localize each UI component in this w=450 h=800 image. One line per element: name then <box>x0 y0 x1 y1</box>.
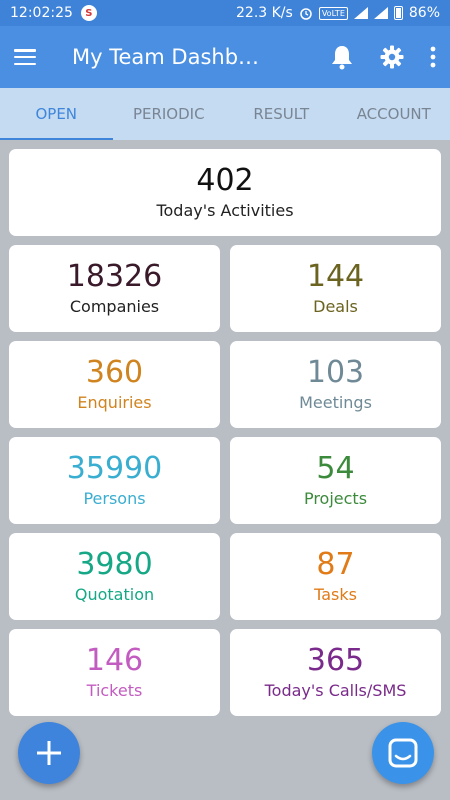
tab-account[interactable]: ACCOUNT <box>338 88 450 140</box>
tile-label: Persons <box>83 489 146 508</box>
signal-icon <box>353 7 368 19</box>
tile-label: Projects <box>303 489 368 508</box>
tile-value: 18326 <box>66 259 163 294</box>
network-speed: 22.3 K/s <box>236 5 293 21</box>
plus-icon <box>37 741 61 765</box>
tab-open[interactable]: OPEN <box>0 88 113 140</box>
tile-label: Enquiries <box>77 393 152 412</box>
tab-periodic[interactable]: PERIODIC <box>113 88 226 140</box>
volte-badge: VoLTE <box>318 6 348 20</box>
tile-value: 146 <box>85 643 144 678</box>
tile-value: 360 <box>85 355 144 390</box>
chat-icon <box>388 738 418 768</box>
enquiries-card[interactable]: 360 Enquiries <box>9 341 220 428</box>
tile-value: 35990 <box>66 451 163 486</box>
tile-label: Deals <box>313 297 358 316</box>
chat-button[interactable] <box>372 722 434 784</box>
companies-card[interactable]: 18326 Companies <box>9 245 220 332</box>
battery-level: 86% <box>408 5 440 21</box>
projects-card[interactable]: 54 Projects <box>230 437 441 524</box>
signal-4g-icon <box>373 7 388 19</box>
activities-label: Today's Activities <box>156 201 294 220</box>
tickets-card[interactable]: 146 Tickets <box>9 629 220 716</box>
tile-value: 365 <box>306 643 365 678</box>
gear-icon[interactable] <box>380 45 404 69</box>
tile-value: 54 <box>316 451 355 486</box>
tab-result[interactable]: RESULT <box>225 88 338 140</box>
tile-label: Tasks <box>314 585 357 604</box>
tile-label: Companies <box>69 297 160 316</box>
status-bar: 12:02:25 S 22.3 K/s VoLTE 86% <box>0 0 450 26</box>
more-vert-icon[interactable] <box>430 46 436 68</box>
app-bar: My Team Dashbo... <box>0 26 450 88</box>
add-button[interactable] <box>18 722 80 784</box>
notification-app-icon: S <box>80 5 97 21</box>
tab-bar: OPEN PERIODIC RESULT ACCOUNT <box>0 88 450 140</box>
deals-card[interactable]: 144 Deals <box>230 245 441 332</box>
app-title: My Team Dashbo... <box>72 45 262 69</box>
tile-value: 103 <box>306 355 365 390</box>
tasks-card[interactable]: 87 Tasks <box>230 533 441 620</box>
tile-label: Today's Calls/SMS <box>264 681 407 700</box>
tile-label: Quotation <box>74 585 155 604</box>
meetings-card[interactable]: 103 Meetings <box>230 341 441 428</box>
dashboard-content: 402 Today's Activities 18326 Companies 1… <box>0 140 450 716</box>
bell-icon[interactable] <box>330 44 354 70</box>
alarm-icon <box>300 8 312 20</box>
tile-label: Meetings <box>299 393 372 412</box>
tile-value: 87 <box>316 547 355 582</box>
quotation-card[interactable]: 3980 Quotation <box>9 533 220 620</box>
stats-grid: 18326 Companies 144 Deals 360 Enquiries … <box>9 245 441 716</box>
calls-sms-card[interactable]: 365 Today's Calls/SMS <box>230 629 441 716</box>
status-time: 12:02:25 <box>10 5 73 21</box>
tile-label: Tickets <box>86 681 143 700</box>
menu-icon[interactable] <box>14 49 36 65</box>
persons-card[interactable]: 35990 Persons <box>9 437 220 524</box>
activities-count: 402 <box>196 163 254 198</box>
battery-icon <box>393 6 403 20</box>
tile-value: 3980 <box>76 547 153 582</box>
tile-value: 144 <box>306 259 365 294</box>
todays-activities-card[interactable]: 402 Today's Activities <box>9 149 441 236</box>
